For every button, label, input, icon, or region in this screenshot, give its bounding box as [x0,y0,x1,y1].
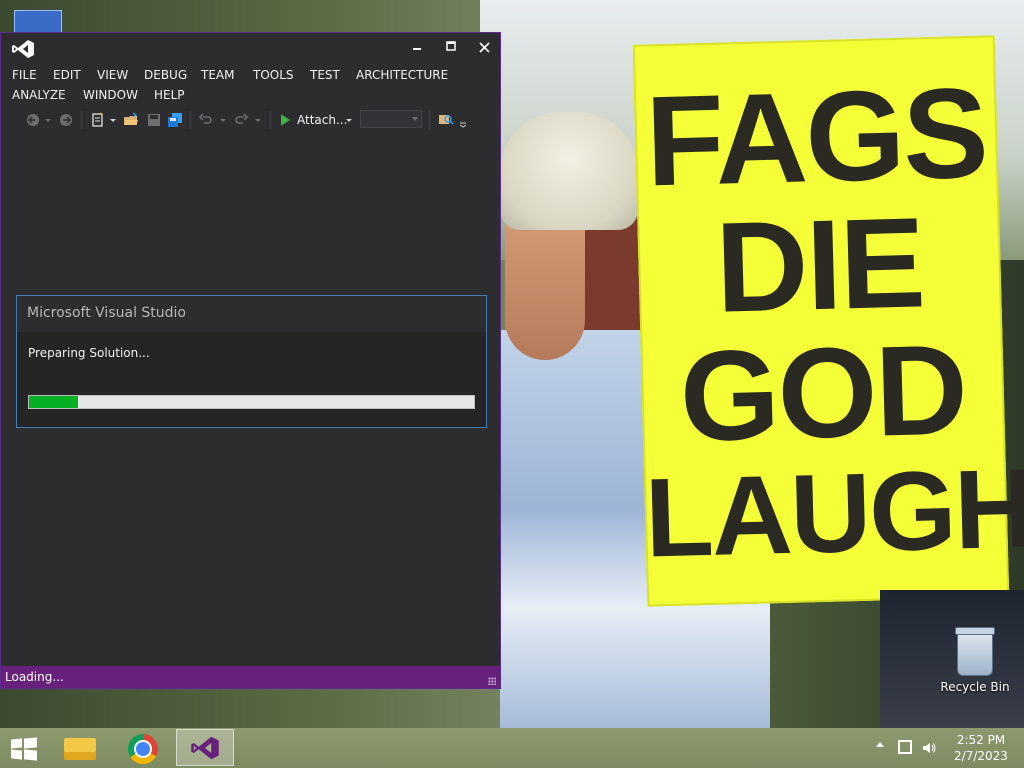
undo-dropdown-icon[interactable] [219,112,227,128]
status-bar-text: Loading... [5,670,64,684]
start-button[interactable] [0,729,50,766]
save-icon[interactable] [147,112,161,128]
toolbar-separator [270,111,271,129]
solution-configuration-combo[interactable] [360,110,422,128]
clock-time: 2:52 PM [956,733,1006,747]
visual-studio-window[interactable]: FILE EDIT VIEW DEBUG TEAM TOOLS TEST ARC… [0,32,501,689]
progress-bar [28,395,475,409]
toolbar-overflow-icon[interactable] [459,112,467,128]
wallpaper-person-hat [500,112,638,230]
resize-grip-icon[interactable] [488,677,496,685]
dialog-title: Microsoft Visual Studio [27,305,186,321]
taskbar-clock[interactable]: 2:52 PM 2/7/2023 [946,732,1016,764]
menu-edit[interactable]: EDIT [53,65,81,85]
new-project-icon[interactable] [90,112,106,128]
wallpaper-protest-sign: FAGS DIE GOD LAUGHS [632,35,1024,607]
toolbar-separator [429,111,430,129]
taskbar: 2:52 PM 2/7/2023 [0,728,1024,768]
standard-toolbar: Attach... [1,108,500,132]
undo-icon[interactable] [199,112,213,128]
maximize-button[interactable] [439,37,463,59]
file-explorer-taskbar-button[interactable] [52,729,110,766]
navigate-back-dropdown-icon[interactable] [44,112,52,128]
chrome-taskbar-button[interactable] [114,729,172,766]
menu-team[interactable]: TEAM [201,65,234,85]
save-all-icon[interactable] [167,112,183,128]
toolbar-separator [190,111,191,129]
menu-tools[interactable]: TOOLS [253,65,294,85]
menu-debug[interactable]: DEBUG [144,65,187,85]
sign-line: GOD [678,318,968,469]
windows-start-icon [11,737,37,761]
file-explorer-icon [64,738,96,760]
volume-icon[interactable] [922,741,936,755]
menu-view[interactable]: VIEW [97,65,128,85]
recycle-bin-shortcut[interactable]: Recycle Bin [940,627,1010,694]
menu-window[interactable]: WINDOW [83,85,138,105]
menu-analyze[interactable]: ANALYZE [12,85,66,105]
recycle-bin-label: Recycle Bin [940,680,1010,694]
sign-line: FAGS [644,61,989,214]
navigate-forward-icon[interactable] [59,112,73,128]
progress-bar-fill [29,396,78,408]
clock-date: 2/7/2023 [954,749,1008,763]
attach-button-label[interactable]: Attach... [297,110,347,130]
menu-help[interactable]: HELP [154,85,185,105]
new-project-dropdown-icon[interactable] [109,112,117,128]
find-in-files-icon[interactable] [438,112,454,128]
sign-line: DIE [714,191,926,340]
close-button[interactable] [472,37,496,59]
visual-studio-logo-icon [12,40,34,58]
chevron-down-icon [412,117,418,121]
visual-studio-taskbar-button[interactable] [176,729,234,766]
open-file-icon[interactable] [123,112,139,128]
minimize-button[interactable] [405,37,429,59]
dialog-status-text: Preparing Solution... [28,346,150,360]
redo-icon[interactable] [234,112,248,128]
minimize-icon [413,48,421,50]
title-bar[interactable] [1,33,500,63]
close-icon [478,42,490,53]
network-icon[interactable] [898,740,912,754]
menu-file[interactable]: FILE [12,65,37,85]
dialog-header: Microsoft Visual Studio [17,296,486,332]
loading-dialog: Microsoft Visual Studio Preparing Soluti… [16,295,487,428]
redo-dropdown-icon[interactable] [254,112,262,128]
menu-test[interactable]: TEST [310,65,340,85]
maximize-icon [446,41,456,51]
start-debugging-play-icon[interactable] [281,114,290,126]
menu-architecture[interactable]: ARCHITECTURE [356,65,448,85]
chrome-icon [128,734,158,764]
recycle-bin-icon [955,627,995,676]
attach-dropdown-icon[interactable] [345,112,353,128]
show-hidden-icons-chevron-icon[interactable] [876,742,884,747]
visual-studio-icon [191,736,219,760]
toolbar-separator [81,111,82,129]
navigate-back-icon[interactable] [26,112,40,128]
status-bar: Loading... [1,666,500,688]
sign-line: LAUGHS [643,443,1024,581]
